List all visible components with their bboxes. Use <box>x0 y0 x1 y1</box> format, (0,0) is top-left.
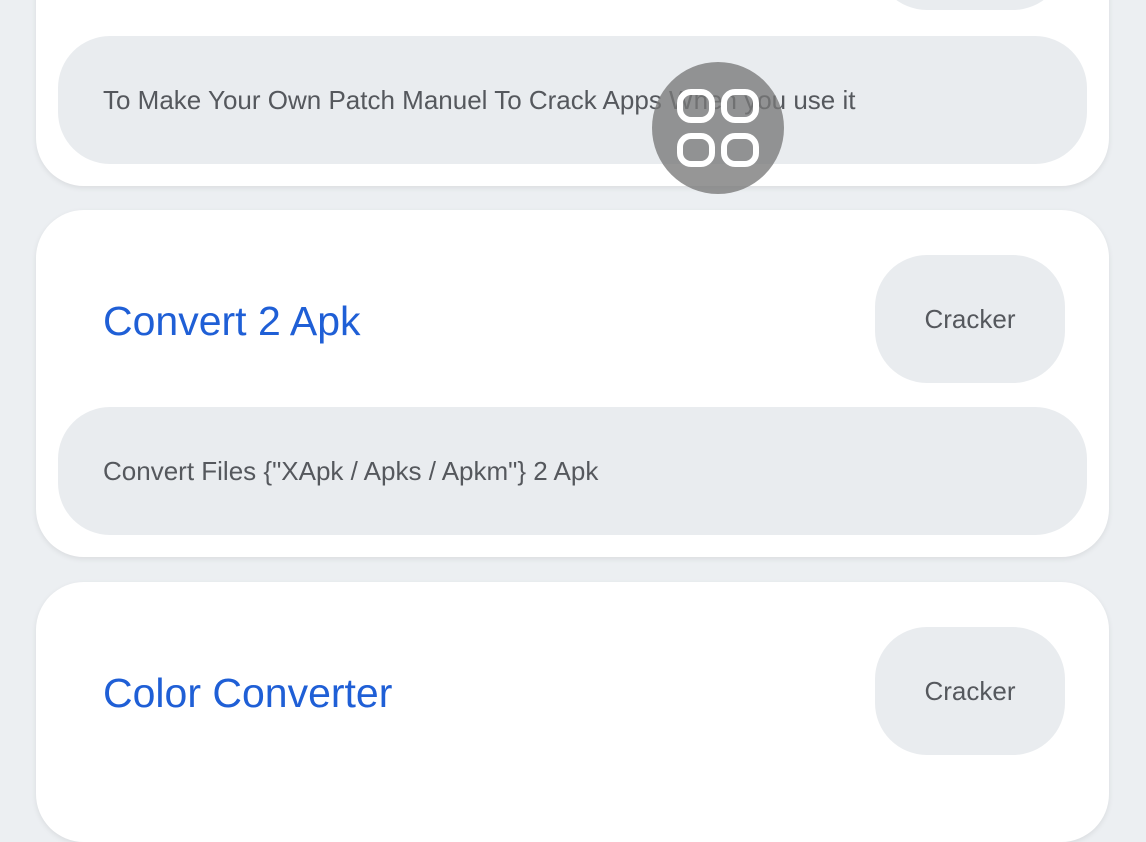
tag-label: Cracker <box>924 675 1016 706</box>
tag-pill: Cracker <box>875 255 1065 383</box>
floating-apps-button[interactable] <box>652 62 784 194</box>
tag-pill <box>875 0 1065 10</box>
card-title: Color Converter <box>103 670 393 716</box>
card-description: Convert Files {"XApk / Apks / Apkm"} 2 A… <box>103 455 599 486</box>
patch-card[interactable]: To Make Your Own Patch Manuel To Crack A… <box>36 0 1109 186</box>
tag-pill: Cracker <box>875 627 1065 755</box>
card-description-box: Convert Files {"XApk / Apks / Apkm"} 2 A… <box>58 407 1087 535</box>
color-converter-card[interactable]: Color Converter Cracker <box>36 582 1109 842</box>
grid-apps-icon <box>677 89 759 167</box>
convert-2-apk-card[interactable]: Convert 2 Apk Cracker Convert Files {"XA… <box>36 210 1109 557</box>
card-title: Convert 2 Apk <box>103 298 361 344</box>
card-description-box: To Make Your Own Patch Manuel To Crack A… <box>58 36 1087 164</box>
tag-label: Cracker <box>924 303 1016 334</box>
